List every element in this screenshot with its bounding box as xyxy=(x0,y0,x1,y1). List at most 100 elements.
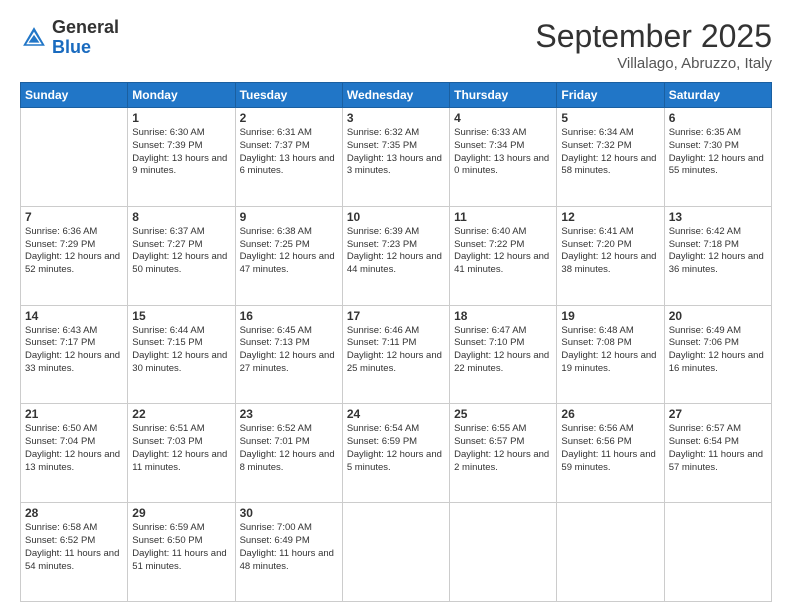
weekday-header: Tuesday xyxy=(235,83,342,108)
calendar-cell: 19Sunrise: 6:48 AMSunset: 7:08 PMDayligh… xyxy=(557,305,664,404)
calendar-cell: 5 Sunrise: 6:34 AMSunset: 7:32 PMDaylight… xyxy=(557,108,664,207)
cell-details: Sunrise: 6:51 AMSunset: 7:03 PMDaylight:… xyxy=(132,423,230,474)
calendar-cell xyxy=(557,503,664,602)
cell-details: Sunrise: 6:52 AMSunset: 7:01 PMDaylight:… xyxy=(240,423,338,474)
weekday-header: Sunday xyxy=(21,83,128,108)
cell-details: Sunrise: 6:49 AMSunset: 7:06 PMDaylight:… xyxy=(669,325,767,376)
calendar-table: SundayMondayTuesdayWednesdayThursdayFrid… xyxy=(20,82,772,602)
day-number: 10 xyxy=(347,210,445,224)
calendar-week-row: 21Sunrise: 6:50 AMSunset: 7:04 PMDayligh… xyxy=(21,404,772,503)
calendar-cell: 6 Sunrise: 6:35 AMSunset: 7:30 PMDaylight… xyxy=(664,108,771,207)
day-number: 23 xyxy=(240,407,338,421)
header: General Blue September 2025 Villalago, A… xyxy=(20,18,772,72)
cell-details: Sunrise: 7:00 AMSunset: 6:49 PMDaylight:… xyxy=(240,522,338,573)
cell-details: Sunrise: 6:45 AMSunset: 7:13 PMDaylight:… xyxy=(240,325,338,376)
day-number: 24 xyxy=(347,407,445,421)
title-block: September 2025 Villalago, Abruzzo, Italy xyxy=(535,18,772,72)
day-number: 14 xyxy=(25,309,123,323)
cell-details: Sunrise: 6:44 AMSunset: 7:15 PMDaylight:… xyxy=(132,325,230,376)
calendar-cell: 10 Sunrise: 6:39 AMSunset: 7:23 PMDayligh… xyxy=(342,206,449,305)
cell-details: Sunrise: 6:57 AMSunset: 6:54 PMDaylight:… xyxy=(669,423,767,474)
calendar-cell: 2 Sunrise: 6:31 AMSunset: 7:37 PMDaylight… xyxy=(235,108,342,207)
calendar-cell: 9 Sunrise: 6:38 AMSunset: 7:25 PMDaylight… xyxy=(235,206,342,305)
page: General Blue September 2025 Villalago, A… xyxy=(0,0,792,612)
day-number: 28 xyxy=(25,506,123,520)
day-number: 2 xyxy=(240,111,338,125)
day-number: 4 xyxy=(454,111,552,125)
cell-details: Sunrise: 6:56 AMSunset: 6:56 PMDaylight:… xyxy=(561,423,659,474)
calendar-cell: 21Sunrise: 6:50 AMSunset: 7:04 PMDayligh… xyxy=(21,404,128,503)
day-number: 3 xyxy=(347,111,445,125)
cell-details: Sunrise: 6:50 AMSunset: 7:04 PMDaylight:… xyxy=(25,423,123,474)
day-number: 18 xyxy=(454,309,552,323)
calendar-cell: 16 Sunrise: 6:45 AMSunset: 7:13 PMDayligh… xyxy=(235,305,342,404)
day-number: 16 xyxy=(240,309,338,323)
calendar-cell: 15 Sunrise: 6:44 AMSunset: 7:15 PMDayligh… xyxy=(128,305,235,404)
calendar-cell: 13 Sunrise: 6:42 AMSunset: 7:18 PMDayligh… xyxy=(664,206,771,305)
cell-details: Sunrise: 6:40 AMSunset: 7:22 PMDaylight:… xyxy=(454,226,552,277)
day-number: 22 xyxy=(132,407,230,421)
calendar-cell: 25 Sunrise: 6:55 AMSunset: 6:57 PMDayligh… xyxy=(450,404,557,503)
calendar-cell: 30 Sunrise: 7:00 AMSunset: 6:49 PMDayligh… xyxy=(235,503,342,602)
day-number: 15 xyxy=(132,309,230,323)
cell-details: Sunrise: 6:35 AMSunset: 7:30 PMDaylight:… xyxy=(669,127,767,178)
cell-details: Sunrise: 6:34 AMSunset: 7:32 PMDaylight:… xyxy=(561,127,659,178)
logo: General Blue xyxy=(20,18,119,58)
calendar-cell: 17Sunrise: 6:46 AMSunset: 7:11 PMDayligh… xyxy=(342,305,449,404)
calendar-cell: 1Sunrise: 6:30 AMSunset: 7:39 PMDaylight… xyxy=(128,108,235,207)
calendar-cell: 28 Sunrise: 6:58 AMSunset: 6:52 PMDayligh… xyxy=(21,503,128,602)
day-number: 19 xyxy=(561,309,659,323)
calendar-cell: 20Sunrise: 6:49 AMSunset: 7:06 PMDayligh… xyxy=(664,305,771,404)
calendar-cell: 29Sunrise: 6:59 AMSunset: 6:50 PMDayligh… xyxy=(128,503,235,602)
calendar-week-row: 7 Sunrise: 6:36 AMSunset: 7:29 PMDaylight… xyxy=(21,206,772,305)
calendar-cell: 27 Sunrise: 6:57 AMSunset: 6:54 PMDayligh… xyxy=(664,404,771,503)
day-number: 11 xyxy=(454,210,552,224)
day-number: 5 xyxy=(561,111,659,125)
calendar-cell: 8 Sunrise: 6:37 AMSunset: 7:27 PMDaylight… xyxy=(128,206,235,305)
cell-details: Sunrise: 6:31 AMSunset: 7:37 PMDaylight:… xyxy=(240,127,338,178)
cell-details: Sunrise: 6:33 AMSunset: 7:34 PMDaylight:… xyxy=(454,127,552,178)
cell-details: Sunrise: 6:54 AMSunset: 6:59 PMDaylight:… xyxy=(347,423,445,474)
weekday-header: Thursday xyxy=(450,83,557,108)
calendar-cell: 18Sunrise: 6:47 AMSunset: 7:10 PMDayligh… xyxy=(450,305,557,404)
cell-details: Sunrise: 6:30 AMSunset: 7:39 PMDaylight:… xyxy=(132,127,230,178)
calendar-cell: 24 Sunrise: 6:54 AMSunset: 6:59 PMDayligh… xyxy=(342,404,449,503)
cell-details: Sunrise: 6:39 AMSunset: 7:23 PMDaylight:… xyxy=(347,226,445,277)
cell-details: Sunrise: 6:36 AMSunset: 7:29 PMDaylight:… xyxy=(25,226,123,277)
cell-details: Sunrise: 6:59 AMSunset: 6:50 PMDaylight:… xyxy=(132,522,230,573)
day-number: 12 xyxy=(561,210,659,224)
weekday-header: Friday xyxy=(557,83,664,108)
cell-details: Sunrise: 6:55 AMSunset: 6:57 PMDaylight:… xyxy=(454,423,552,474)
day-number: 6 xyxy=(669,111,767,125)
day-number: 9 xyxy=(240,210,338,224)
logo-text: General Blue xyxy=(52,18,119,58)
calendar-cell: 3 Sunrise: 6:32 AMSunset: 7:35 PMDaylight… xyxy=(342,108,449,207)
day-number: 25 xyxy=(454,407,552,421)
cell-details: Sunrise: 6:43 AMSunset: 7:17 PMDaylight:… xyxy=(25,325,123,376)
weekday-header: Saturday xyxy=(664,83,771,108)
calendar-cell: 12Sunrise: 6:41 AMSunset: 7:20 PMDayligh… xyxy=(557,206,664,305)
cell-details: Sunrise: 6:32 AMSunset: 7:35 PMDaylight:… xyxy=(347,127,445,178)
weekday-header: Wednesday xyxy=(342,83,449,108)
calendar-cell: 26 Sunrise: 6:56 AMSunset: 6:56 PMDayligh… xyxy=(557,404,664,503)
day-number: 7 xyxy=(25,210,123,224)
day-number: 26 xyxy=(561,407,659,421)
calendar-cell xyxy=(450,503,557,602)
day-number: 8 xyxy=(132,210,230,224)
calendar-header-row: SundayMondayTuesdayWednesdayThursdayFrid… xyxy=(21,83,772,108)
cell-details: Sunrise: 6:58 AMSunset: 6:52 PMDaylight:… xyxy=(25,522,123,573)
cell-details: Sunrise: 6:37 AMSunset: 7:27 PMDaylight:… xyxy=(132,226,230,277)
location: Villalago, Abruzzo, Italy xyxy=(535,55,772,72)
cell-details: Sunrise: 6:38 AMSunset: 7:25 PMDaylight:… xyxy=(240,226,338,277)
calendar-week-row: 1Sunrise: 6:30 AMSunset: 7:39 PMDaylight… xyxy=(21,108,772,207)
day-number: 13 xyxy=(669,210,767,224)
cell-details: Sunrise: 6:46 AMSunset: 7:11 PMDaylight:… xyxy=(347,325,445,376)
cell-details: Sunrise: 6:42 AMSunset: 7:18 PMDaylight:… xyxy=(669,226,767,277)
calendar-cell: 11 Sunrise: 6:40 AMSunset: 7:22 PMDayligh… xyxy=(450,206,557,305)
day-number: 30 xyxy=(240,506,338,520)
calendar-cell: 7 Sunrise: 6:36 AMSunset: 7:29 PMDaylight… xyxy=(21,206,128,305)
month-title: September 2025 xyxy=(535,18,772,55)
calendar-week-row: 28 Sunrise: 6:58 AMSunset: 6:52 PMDayligh… xyxy=(21,503,772,602)
calendar-cell xyxy=(342,503,449,602)
day-number: 27 xyxy=(669,407,767,421)
